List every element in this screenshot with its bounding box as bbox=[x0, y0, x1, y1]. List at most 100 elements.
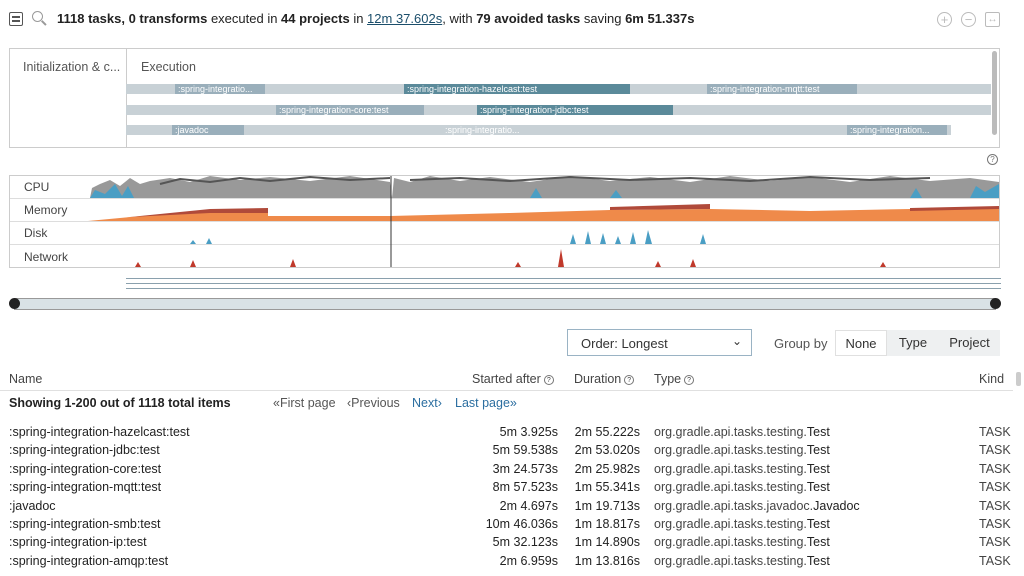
chevron-down-icon: ⌄ bbox=[731, 334, 742, 348]
timeline-bars[interactable]: :spring-integratio... :spring-integratio… bbox=[126, 84, 991, 144]
timeline-panel[interactable]: Initialization & c... Execution :spring-… bbox=[9, 48, 1000, 148]
range-slider[interactable] bbox=[14, 298, 996, 310]
task-type-class: Test bbox=[806, 443, 830, 458]
group-by-label: Group by bbox=[774, 336, 828, 351]
task-bar[interactable]: :javadoc bbox=[172, 125, 244, 135]
task-type-class: Test bbox=[806, 461, 830, 476]
task-name: :spring-integration-jdbc:test bbox=[9, 443, 160, 458]
table-row[interactable]: :spring-integration-core:test 3m 24.573s 2… bbox=[0, 460, 1013, 478]
task-type-class: Javadoc bbox=[813, 498, 860, 513]
started-after: 2m 6.959s bbox=[499, 553, 558, 568]
resource-usage-panel[interactable]: CPU Memory Disk Network bbox=[9, 175, 1000, 268]
started-after: 8m 57.523s bbox=[492, 480, 558, 495]
task-bar[interactable]: :spring-integration-hazelcast:test bbox=[404, 84, 630, 94]
column-kind[interactable]: Kind bbox=[979, 372, 1004, 386]
task-name: :spring-integration-smb:test bbox=[9, 517, 161, 531]
last-page-link[interactable]: Last page» bbox=[455, 396, 517, 410]
task-name: :spring-integration-amqp:test bbox=[9, 553, 169, 568]
timeline-lane bbox=[126, 125, 951, 135]
overview-line bbox=[126, 278, 1001, 279]
task-type-class: Test bbox=[806, 425, 830, 439]
range-start-handle[interactable] bbox=[9, 298, 20, 309]
summary-text: in bbox=[349, 11, 368, 26]
duration: 1m 13.816s bbox=[574, 553, 640, 568]
summary-projects: 44 projects bbox=[281, 11, 350, 26]
task-bar[interactable]: :spring-integratio... bbox=[442, 125, 532, 135]
timeline-scrollbar[interactable] bbox=[992, 51, 997, 135]
help-icon[interactable]: ? bbox=[624, 374, 635, 385]
next-page-link[interactable]: Next› bbox=[412, 396, 442, 410]
resource-graphs bbox=[88, 176, 999, 267]
task-type: org.gradle.api.tasks.testing.Test bbox=[654, 425, 830, 439]
column-duration[interactable]: Duration? bbox=[574, 372, 635, 386]
task-type-package: org.gradle.api.tasks.testing. bbox=[654, 553, 807, 568]
zoom-reset-icon[interactable]: ↔ bbox=[985, 12, 1000, 27]
range-end-handle[interactable] bbox=[990, 298, 1001, 309]
task-kind: TASK bbox=[979, 480, 1011, 495]
column-type[interactable]: Type? bbox=[654, 372, 695, 386]
task-name: :spring-integration-core:test bbox=[9, 461, 162, 476]
summary-time-link[interactable]: 12m 37.602s bbox=[367, 11, 442, 26]
task-type: org.gradle.api.tasks.testing.Test bbox=[654, 443, 830, 457]
table-row[interactable]: :javadoc 2m 4.697s 1m 19.713s org.gradle.ap… bbox=[0, 497, 1013, 515]
table-row[interactable]: :spring-integration-ip:test 5m 32.123s 1m … bbox=[0, 533, 1013, 551]
duration: 2m 25.982s bbox=[574, 461, 640, 476]
started-after: 2m 4.697s bbox=[499, 498, 558, 513]
help-icon[interactable]: ? bbox=[684, 374, 695, 385]
showing-count: Showing 1-200 out of 1118 total items bbox=[9, 396, 231, 410]
build-summary: 1118 tasks, 0 transforms executed in 44 … bbox=[57, 11, 694, 26]
table-row[interactable]: :spring-integration-smb:test 10m 46.036s 1… bbox=[0, 515, 1013, 533]
task-type: org.gradle.api.tasks.javadoc.Javadoc bbox=[654, 499, 860, 513]
memory-label: Memory bbox=[24, 203, 68, 217]
task-type-package: org.gradle.api.tasks.testing. bbox=[654, 461, 807, 476]
table-row[interactable]: :spring-integration-amqp:test 2m 6.959s 1m… bbox=[0, 552, 1013, 570]
task-bar[interactable]: :spring-integration... bbox=[847, 125, 947, 135]
task-kind: TASK bbox=[979, 498, 1011, 513]
summary-tasks: 1118 tasks, 0 transforms bbox=[57, 11, 208, 26]
overview-line bbox=[126, 283, 1001, 284]
column-name[interactable]: Name bbox=[9, 372, 42, 386]
task-bar[interactable]: :spring-integration-mqtt:test bbox=[707, 84, 857, 94]
task-bar[interactable]: :spring-integration-jdbc:test bbox=[477, 105, 673, 115]
order-select[interactable]: Order: Longest ⌄ bbox=[567, 329, 752, 356]
group-by-project[interactable]: Project bbox=[939, 330, 1000, 356]
column-started-label: Started after bbox=[472, 372, 541, 386]
summary-saving: 6m 51.337s bbox=[625, 11, 695, 26]
duration: 1m 14.890s bbox=[574, 535, 640, 550]
task-type: org.gradle.api.tasks.testing.Test bbox=[654, 554, 830, 568]
group-by-none[interactable]: None bbox=[835, 330, 887, 356]
task-type-package: org.gradle.api.tasks.testing. bbox=[654, 425, 807, 439]
help-icon[interactable]: ? bbox=[987, 154, 998, 165]
summary-text: , with bbox=[442, 11, 477, 26]
help-icon[interactable]: ? bbox=[543, 374, 554, 385]
init-label: Initialization & c... bbox=[23, 60, 121, 74]
duration: 2m 55.222s bbox=[574, 425, 640, 439]
disk-label: Disk bbox=[24, 226, 48, 240]
zoom-in-icon[interactable]: + bbox=[937, 12, 952, 27]
task-type: org.gradle.api.tasks.testing.Test bbox=[654, 517, 830, 531]
task-name: :javadoc bbox=[9, 498, 56, 513]
cpu-label: CPU bbox=[24, 180, 50, 194]
task-bar[interactable]: :spring-integratio... bbox=[175, 84, 265, 94]
task-type-package: org.gradle.api.tasks.javadoc. bbox=[654, 498, 814, 513]
table-scrollbar[interactable] bbox=[1016, 372, 1021, 386]
duration: 1m 19.713s bbox=[574, 498, 640, 513]
task-name: :spring-integration-mqtt:test bbox=[9, 480, 162, 495]
zoom-out-icon[interactable]: − bbox=[961, 12, 976, 27]
table-row[interactable]: :spring-integration-hazelcast:test 5m 3.9… bbox=[0, 423, 1013, 441]
table-row[interactable]: :spring-integration-jdbc:test 5m 59.538s 2… bbox=[0, 441, 1013, 459]
task-bar[interactable]: :spring-integration-core:test bbox=[276, 105, 424, 115]
task-type-package: org.gradle.api.tasks.testing. bbox=[654, 480, 807, 495]
started-after: 5m 59.538s bbox=[492, 443, 558, 458]
started-after: 10m 46.036s bbox=[485, 517, 558, 531]
summary-icon[interactable] bbox=[9, 12, 23, 26]
task-type-class: Test bbox=[806, 535, 830, 550]
task-kind: TASK bbox=[979, 461, 1011, 476]
column-started-after[interactable]: Started after? bbox=[472, 372, 554, 386]
group-by-type[interactable]: Type bbox=[887, 330, 939, 356]
task-kind: TASK bbox=[979, 535, 1011, 550]
table-row[interactable]: :spring-integration-mqtt:test 8m 57.523s 1… bbox=[0, 478, 1013, 496]
task-kind: TASK bbox=[979, 425, 1011, 439]
search-icon[interactable] bbox=[32, 11, 43, 22]
first-page-link: «First page bbox=[273, 396, 336, 410]
